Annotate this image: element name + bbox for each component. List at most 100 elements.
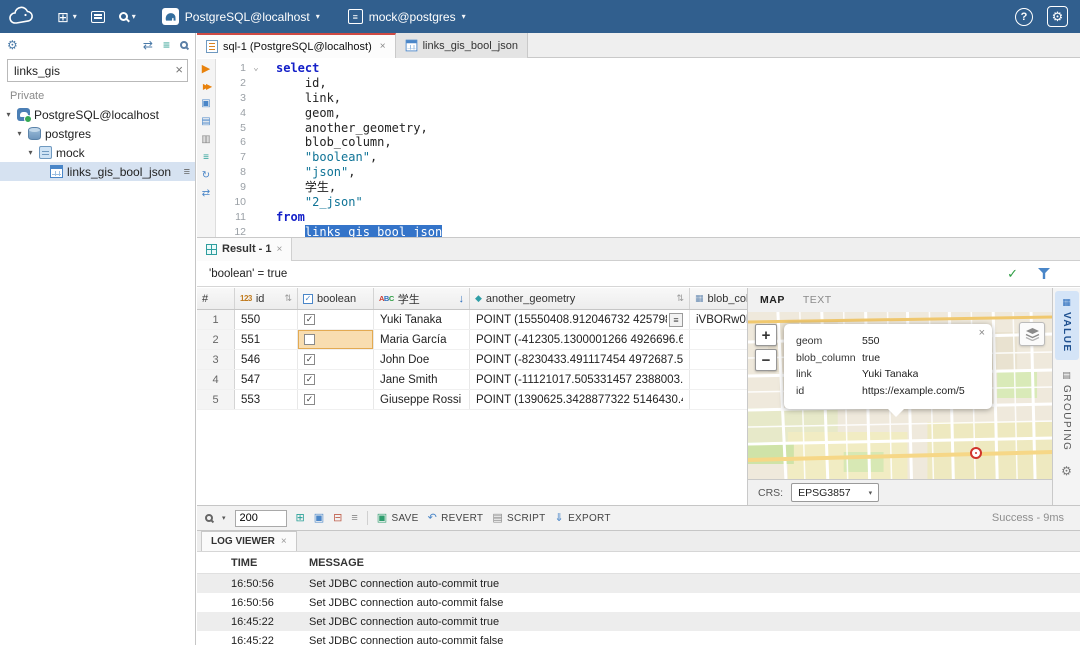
table-row[interactable]: 5553✓Giuseppe RossiPOINT (1390625.342887… xyxy=(197,390,747,410)
sql-line[interactable]: 10 "2_json" xyxy=(216,195,1080,210)
tab-result-1[interactable]: Result - 1 × xyxy=(197,238,292,261)
duplicate-row-icon[interactable]: ▣ xyxy=(314,513,324,524)
boolean-cell[interactable]: ✓ xyxy=(298,370,374,389)
new-object-button[interactable]: ⊞ ▾ xyxy=(50,5,84,29)
sql-line[interactable]: 11from xyxy=(216,210,1080,225)
link-editor-icon[interactable]: ⇄ xyxy=(143,38,153,52)
sort-desc-icon[interactable]: ↓ xyxy=(459,293,465,305)
sort-icon[interactable]: ⇅ xyxy=(676,293,684,304)
tab-log-viewer[interactable]: LOG VIEWER × xyxy=(201,531,297,551)
boolean-cell[interactable] xyxy=(298,330,374,349)
expander-icon[interactable]: ▾ xyxy=(15,129,24,138)
switch-presentation-icon[interactable]: ⇄ xyxy=(202,189,210,199)
student-cell[interactable]: Yuki Tanaka xyxy=(374,310,470,329)
close-icon[interactable]: × xyxy=(380,41,386,52)
panels-menu-icon[interactable]: ⚙ xyxy=(1061,464,1072,478)
sql-line[interactable]: 12 links_gis_bool_json xyxy=(216,225,1080,237)
refresh-icon[interactable]: ↻ xyxy=(202,171,210,181)
tree-item-table[interactable]: links_gis_bool_json≡ xyxy=(0,162,195,181)
sql-line[interactable]: 4 geom, xyxy=(216,106,1080,121)
geometry-cell[interactable]: POINT (-8230433.491117454 4972687.535733… xyxy=(470,350,690,369)
delete-row-icon[interactable]: ⊟ xyxy=(333,513,342,524)
id-cell[interactable]: 547 xyxy=(235,370,298,389)
boolean-cell[interactable]: ✓ xyxy=(298,350,374,369)
table-row[interactable]: 4547✓Jane SmithPOINT (-11121017.50533145… xyxy=(197,370,747,390)
blob-cell[interactable]: iVBORw0KGgo xyxy=(690,310,747,329)
popup-close-icon[interactable]: × xyxy=(979,327,985,339)
log-row[interactable]: 16:45:22Set JDBC connection auto-commit … xyxy=(197,631,1080,645)
sql-line[interactable]: 9 学生, xyxy=(216,180,1080,195)
blob-cell[interactable] xyxy=(690,370,747,389)
zoom-out-button[interactable]: − xyxy=(755,349,777,371)
student-cell[interactable]: John Doe xyxy=(374,350,470,369)
add-row-icon[interactable]: ⊞ xyxy=(296,513,305,524)
student-cell[interactable]: Giuseppe Rossi xyxy=(374,390,470,409)
column-header-boolean[interactable]: ✓boolean xyxy=(298,288,374,309)
table-row[interactable]: 1550✓Yuki TanakaPOINT (15550408.91204673… xyxy=(197,310,747,330)
blob-cell[interactable] xyxy=(690,330,747,349)
clear-filter-icon[interactable]: × xyxy=(175,62,183,77)
tab-grouping[interactable]: ▤ GROUPING xyxy=(1055,364,1079,458)
tree-item-postgres[interactable]: ▾PostgreSQL@localhost xyxy=(0,105,195,124)
explain-plan-icon[interactable]: ▤ xyxy=(201,117,210,127)
script-button[interactable]: ▤ SCRIPT xyxy=(492,513,545,524)
settings-button[interactable]: ⚙ xyxy=(1047,6,1068,27)
tree-item-database[interactable]: ▾postgres xyxy=(0,124,195,143)
export-button[interactable]: ⇓ EXPORT xyxy=(555,513,611,524)
expander-icon[interactable]: ▾ xyxy=(26,148,35,157)
geometry-cell[interactable]: POINT (15550408.912046732 4257980.732...… xyxy=(470,310,690,329)
revert-button[interactable]: ↶ REVERT xyxy=(428,513,484,524)
navigator-filter-input[interactable] xyxy=(7,59,188,82)
sql-line[interactable]: 5 another_geometry, xyxy=(216,121,1080,136)
sql-line[interactable]: 3 link, xyxy=(216,91,1080,106)
sort-icon[interactable]: ⇅ xyxy=(284,293,292,304)
statistics-icon[interactable]: ▥ xyxy=(201,135,210,145)
navigator-search-icon[interactable] xyxy=(180,41,188,49)
format-sql-icon[interactable]: ≡ xyxy=(203,153,209,163)
table-row[interactable]: 3546✓John DoePOINT (-8230433.491117454 4… xyxy=(197,350,747,370)
execute-script-icon[interactable]: ▶▶ xyxy=(203,83,209,91)
filter-expression[interactable]: 'boolean' = true xyxy=(209,268,287,280)
id-cell[interactable]: 553 xyxy=(235,390,298,409)
blob-cell[interactable] xyxy=(690,350,747,369)
sql-line[interactable]: 2 id, xyxy=(216,76,1080,91)
geometry-cell[interactable]: POINT (-11121017.505331457 2388003.73183… xyxy=(470,370,690,389)
chevron-down-icon[interactable]: ▾ xyxy=(222,514,226,522)
geometry-cell[interactable]: POINT (1390625.3428877322 5146430.457427… xyxy=(470,390,690,409)
layers-button[interactable] xyxy=(1019,322,1045,346)
clear-filter-icon[interactable] xyxy=(1038,268,1050,279)
sql-editor[interactable]: ▶ ▶▶ ▣ ▤ ▥ ≡ ↻ ⇄ 1⌄select2 id,3 link,4 g… xyxy=(197,59,1080,237)
fetch-size-input[interactable] xyxy=(235,510,287,527)
apply-filter-icon[interactable]: ✓ xyxy=(1007,266,1018,282)
log-row[interactable]: 16:50:56Set JDBC connection auto-commit … xyxy=(197,574,1080,593)
database-selector[interactable]: ≡ mock@postgres ▾ xyxy=(339,4,475,30)
log-row[interactable]: 16:50:56Set JDBC connection auto-commit … xyxy=(197,593,1080,612)
collapse-all-icon[interactable]: ≡ xyxy=(163,38,170,52)
column-header-another_geometry[interactable]: ◆another_geometry⇅ xyxy=(470,288,690,309)
save-button[interactable]: ▣ SAVE xyxy=(377,513,419,524)
map-marker-icon[interactable] xyxy=(970,447,982,459)
geometry-cell[interactable]: POINT (-412305.1300001266 4926696.669635… xyxy=(470,330,690,349)
close-icon[interactable]: × xyxy=(281,536,287,547)
boolean-cell[interactable]: ✓ xyxy=(298,390,374,409)
table-row[interactable]: 2551Maria GarcíaPOINT (-412305.130000126… xyxy=(197,330,747,350)
close-icon[interactable]: × xyxy=(277,244,283,255)
id-cell[interactable]: 551 xyxy=(235,330,298,349)
column-header-student[interactable]: ABC学生↓ xyxy=(374,288,470,309)
tab-sql-editor[interactable]: sql-1 (PostgreSQL@localhost) × xyxy=(197,33,396,58)
id-cell[interactable]: 546 xyxy=(235,350,298,369)
fold-icon[interactable]: ⌄ xyxy=(250,61,262,76)
student-cell[interactable]: Maria García xyxy=(374,330,470,349)
execute-statement-icon[interactable]: ▶ xyxy=(202,64,210,75)
zoom-in-button[interactable]: + xyxy=(755,324,777,346)
boolean-cell[interactable]: ✓ xyxy=(298,310,374,329)
tab-value-viewer[interactable]: ▦ VALUE xyxy=(1055,291,1079,360)
item-menu-icon[interactable]: ≡ xyxy=(184,166,190,178)
expander-icon[interactable]: ▾ xyxy=(4,110,13,119)
open-sql-editor-button[interactable] xyxy=(84,5,112,29)
log-row[interactable]: 16:45:22Set JDBC connection auto-commit … xyxy=(197,612,1080,631)
student-cell[interactable]: Jane Smith xyxy=(374,370,470,389)
sql-line[interactable]: 1⌄select xyxy=(216,61,1080,76)
tab-text[interactable]: TEXT xyxy=(803,294,832,306)
column-header-rownum[interactable]: # xyxy=(197,288,235,309)
